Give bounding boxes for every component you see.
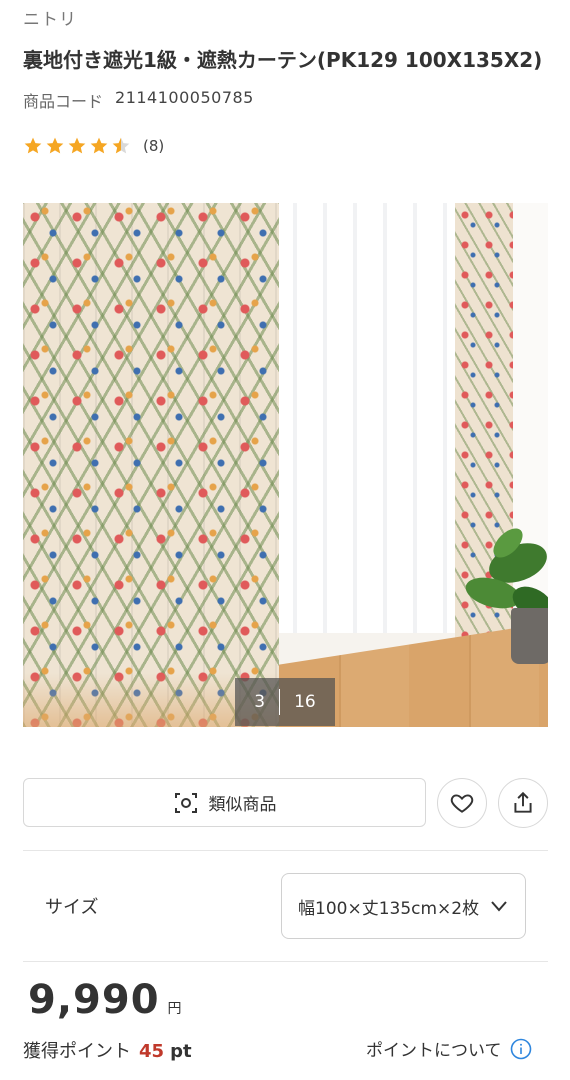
product-image-gallery[interactable]: 3 16 [23, 203, 548, 727]
plant-pot-image [511, 608, 548, 664]
favorite-button[interactable] [437, 778, 487, 828]
points-unit: pt [170, 1041, 192, 1062]
similar-products-label: 類似商品 [208, 795, 277, 815]
image-current: 3 [254, 692, 266, 712]
product-title: 裏地付き遮光1級・遮熱カーテン(PK129 100X135X2) [23, 48, 543, 72]
star-full-icon [24, 137, 42, 154]
points-info-label: ポイントについて [366, 1041, 502, 1061]
image-total: 16 [294, 692, 316, 712]
scan-icon [174, 792, 197, 813]
review-count[interactable]: (8) [143, 137, 164, 155]
star-half-icon [112, 137, 130, 154]
size-select[interactable]: 幅100×丈135cm×2枚 [281, 873, 526, 939]
sheer-curtain-image [279, 203, 469, 633]
curtain-image [23, 203, 279, 727]
product-code-row: 商品コード 2114100050785 [23, 88, 254, 112]
price: 9,990 円 [28, 977, 182, 1023]
chevron-down-icon [491, 901, 507, 912]
points-info-link[interactable]: ポイントについて [366, 1036, 532, 1061]
star-full-icon [68, 137, 86, 154]
divider [23, 961, 548, 962]
share-button[interactable] [498, 778, 548, 828]
star-full-icon [90, 137, 108, 154]
price-unit: 円 [167, 1001, 182, 1017]
info-icon [510, 1038, 531, 1059]
share-icon [514, 791, 532, 813]
counter-divider [279, 689, 281, 715]
similar-products-button[interactable]: 類似商品 [23, 778, 426, 827]
product-code-value: 2114100050785 [115, 88, 254, 107]
rating[interactable]: (8) [23, 136, 164, 156]
price-amount: 9,990 [28, 977, 160, 1023]
product-code-label: 商品コード [23, 92, 104, 111]
star-full-icon [46, 137, 64, 154]
heart-icon [450, 794, 474, 813]
divider [23, 850, 548, 851]
brand-name[interactable]: ニトリ [23, 5, 77, 30]
points-label: 獲得ポイント [23, 1041, 131, 1062]
size-selected-value: 幅100×丈135cm×2枚 [298, 898, 480, 919]
size-label: サイズ [45, 897, 99, 918]
points-value: 45 [139, 1041, 165, 1062]
earned-points: 獲得ポイント 45 pt [23, 1037, 192, 1063]
image-counter: 3 16 [235, 678, 335, 726]
